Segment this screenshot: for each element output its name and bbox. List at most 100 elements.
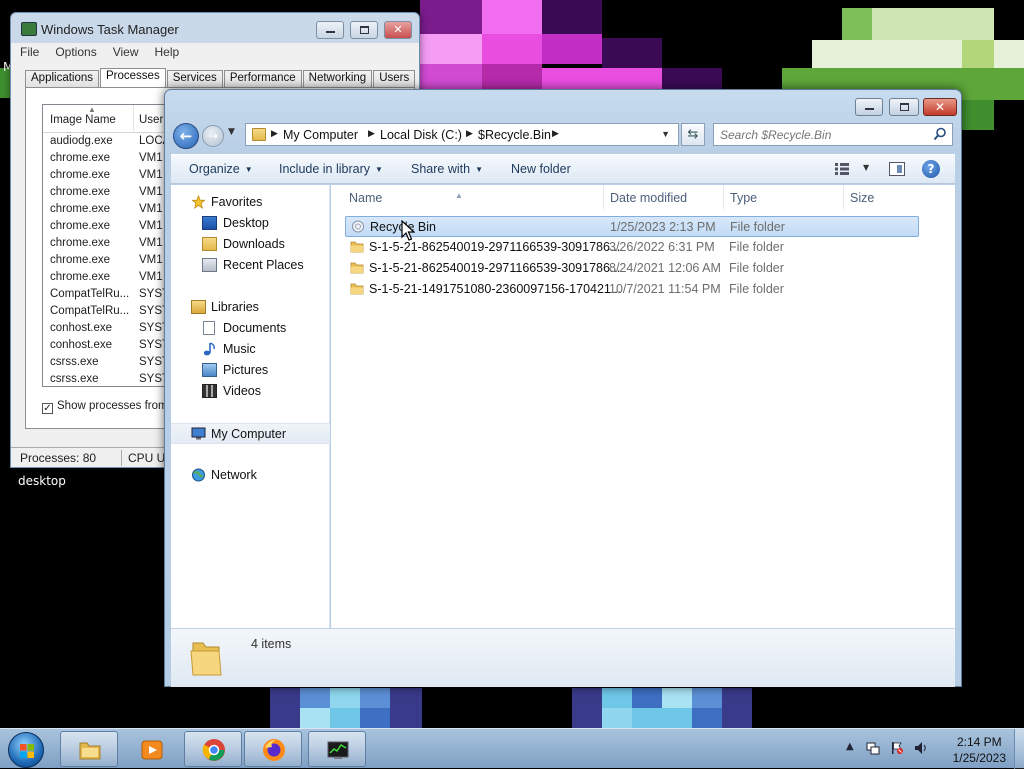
minimize-button[interactable] [316,21,344,39]
process-row[interactable]: chrome.exe VM1 [43,252,171,269]
column-divider[interactable] [603,185,604,209]
start-button[interactable] [8,732,44,768]
process-row[interactable]: chrome.exe VM1 [43,235,171,252]
column-user[interactable]: User [139,114,163,126]
file-row[interactable]: S-1-5-21-862540019-2971166539-3091786...… [345,237,919,258]
network-tray-icon[interactable] [866,741,880,755]
taskbar-firefox-button[interactable] [244,731,302,767]
process-row[interactable]: chrome.exe VM1 [43,150,171,167]
process-row[interactable]: CompatTelRu... SYST [43,286,171,303]
tray-clock[interactable]: 2:14 PM 1/25/2023 [953,734,1006,766]
explorer-maximize-button[interactable] [889,98,919,116]
close-button[interactable]: ✕ [384,21,412,39]
taskbar-task-manager-button[interactable] [308,731,366,767]
process-row[interactable]: conhost.exe SYST [43,320,171,337]
nav-network[interactable]: Network [171,465,330,486]
nav-music[interactable]: Music [171,339,330,360]
process-row[interactable]: conhost.exe SYST [43,337,171,354]
explorer-window[interactable]: ✕ ← → ▼ ▶ My Computer ▶ Local Disk (C:) … [164,89,962,687]
process-row[interactable]: csrss.exe SYST [43,371,171,386]
process-row[interactable]: chrome.exe VM1 [43,201,171,218]
file-list[interactable]: Name ▲ Date modified Type Size Recycle B… [331,185,955,628]
column-divider[interactable] [843,185,844,209]
process-row[interactable]: chrome.exe VM1 [43,184,171,201]
help-icon[interactable]: ? [922,160,940,178]
nav-recent-places[interactable]: Recent Places [171,255,330,276]
preview-pane-icon[interactable] [889,162,905,176]
nav-documents[interactable]: Documents [171,318,330,339]
column-date-modified[interactable]: Date modified [610,191,687,205]
videos-icon [202,384,217,398]
volume-icon[interactable] [914,741,928,755]
nav-videos[interactable]: Videos [171,381,330,402]
tab-applications[interactable]: Applications [25,70,100,88]
breadcrumb-arrow-icon[interactable]: ▶ [466,128,473,139]
tab-processes[interactable]: Processes [100,68,166,89]
new-folder-button[interactable]: New folder [511,162,571,176]
search-box[interactable] [713,123,953,146]
process-row[interactable]: CompatTelRu... SYST [43,303,171,320]
view-options-icon[interactable] [835,163,849,175]
process-row[interactable]: chrome.exe VM1 [43,218,171,235]
show-desktop-button[interactable] [1014,729,1024,769]
refresh-button[interactable]: ⇆ [681,123,705,146]
nav-favorites[interactable]: Favorites [171,192,330,213]
tab-users[interactable]: Users [373,70,416,88]
address-dropdown-icon[interactable]: ▼ [661,129,670,139]
maximize-button[interactable] [350,21,378,39]
process-row[interactable]: csrss.exe SYST [43,354,171,371]
taskbar-media-player-button[interactable] [122,731,180,767]
column-divider[interactable] [723,185,724,209]
search-input[interactable] [718,126,928,143]
desktop-icon-label[interactable]: desktop [18,474,66,488]
bg-pixel [602,688,632,708]
search-icon[interactable] [933,127,947,141]
process-row[interactable]: chrome.exe VM1 [43,269,171,286]
nav-pictures[interactable]: Pictures [171,360,330,381]
show-all-processes-label: Show processes from [57,400,168,412]
breadcrumb-arrow-icon[interactable]: ▶ [368,128,375,139]
share-with-button[interactable]: Share with ▼ [411,162,483,176]
tray-expand-icon[interactable]: ▲ [846,741,854,752]
explorer-close-button[interactable]: ✕ [923,98,957,116]
menu-file[interactable]: File [11,43,46,59]
process-user: VM1 [139,152,163,164]
tab-networking[interactable]: Networking [302,70,373,88]
column-size[interactable]: Size [850,191,874,205]
column-image-name[interactable]: Image Name [50,114,116,126]
recent-pages-dropdown[interactable]: ▼ [228,127,235,137]
breadcrumb-my-computer[interactable]: My Computer [283,128,358,142]
breadcrumb-arrow-icon[interactable]: ▶ [552,128,559,139]
include-in-library-button[interactable]: Include in library ▼ [279,162,383,176]
address-bar[interactable]: ▶ My Computer ▶ Local Disk (C:) ▶ $Recyc… [245,123,679,146]
menu-view[interactable]: View [104,43,146,59]
back-button[interactable]: ← [173,123,199,149]
file-row[interactable]: Recycle Bin 1/25/2023 2:13 PM File folder [345,216,919,237]
menu-help[interactable]: Help [146,43,187,59]
nav-downloads[interactable]: Downloads [171,234,330,255]
show-all-processes-checkbox[interactable]: ✓ Show processes from [42,400,168,414]
nav-desktop[interactable]: Desktop [171,213,330,234]
breadcrumb-recycle-bin[interactable]: $Recycle.Bin [478,128,551,142]
file-row[interactable]: S-1-5-21-862540019-2971166539-3091786...… [345,258,919,279]
tab-performance[interactable]: Performance [223,70,302,88]
tab-services[interactable]: Services [166,70,223,88]
nav-libraries[interactable]: Libraries [171,297,330,318]
forward-button[interactable]: → [202,125,224,147]
breadcrumb-arrow-icon[interactable]: ▶ [271,128,278,139]
taskbar-chrome-button[interactable] [184,731,242,767]
breadcrumb-local-disk[interactable]: Local Disk (C:) [380,128,462,142]
process-row[interactable]: chrome.exe VM1 [43,167,171,184]
view-options-dropdown-icon[interactable]: ▼ [863,163,869,172]
taskbar-explorer-button[interactable] [60,731,118,767]
organize-button[interactable]: Organize ▼ [189,162,253,176]
explorer-minimize-button[interactable] [855,98,883,116]
action-center-flag-icon[interactable] [890,741,904,755]
column-name[interactable]: Name [349,191,382,205]
file-row[interactable]: S-1-5-21-1491751080-2360097156-170421...… [345,279,919,300]
nav-my-computer[interactable]: My Computer [171,423,330,444]
column-type[interactable]: Type [730,191,757,205]
menu-options[interactable]: Options [46,43,103,59]
process-row[interactable]: audiodg.exe LOCA [43,133,171,150]
process-list[interactable]: Image Name ▲ User audiodg.exe LOCA chrome.… [42,104,172,387]
